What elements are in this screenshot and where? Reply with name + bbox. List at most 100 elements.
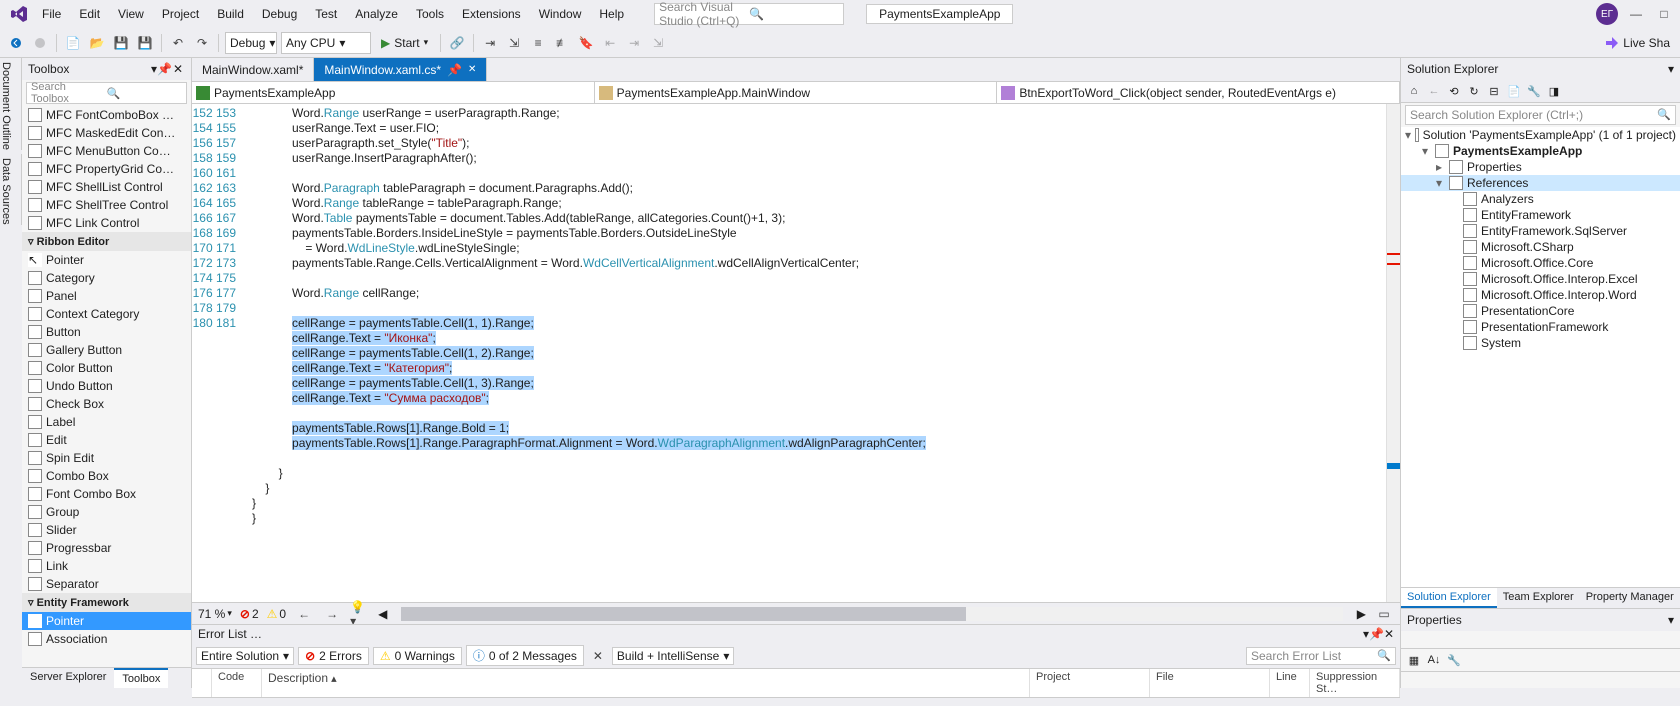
toolbox-item[interactable]: Link (22, 557, 191, 575)
tree-item[interactable]: Microsoft.Office.Interop.Excel (1401, 271, 1680, 287)
user-avatar[interactable]: ЕГ (1596, 3, 1618, 25)
toolbox-item[interactable]: Category (22, 269, 191, 287)
error-scope-combo[interactable]: Entire Solution▾ (196, 647, 294, 665)
horizontal-scrollbar[interactable]: ◀▶ (378, 607, 1366, 621)
data-sources-tab[interactable]: Data Sources (0, 154, 22, 225)
properties-icon[interactable]: 🔧 (1525, 82, 1543, 100)
warning-count[interactable]: ⚠0 (267, 607, 286, 621)
toolbox-item[interactable]: MFC PropertyGrid Co… (22, 160, 191, 178)
toolbox-item[interactable]: Panel (22, 287, 191, 305)
show-all-icon[interactable]: 📄 (1505, 82, 1523, 100)
close-icon[interactable]: ✕ (171, 62, 185, 76)
tree-item[interactable]: ▾PaymentsExampleApp (1401, 143, 1680, 159)
toolbox-tab[interactable]: Toolbox (114, 668, 168, 688)
tree-item[interactable]: System (1401, 335, 1680, 351)
solution-platform-combo[interactable]: Any CPU▾ (281, 32, 371, 54)
toolbox-category[interactable]: ▿ Entity Framework (22, 593, 191, 612)
redo-icon[interactable]: ↷ (192, 33, 212, 53)
member-nav-combo[interactable]: BtnExportToWord_Click(object sender, Rou… (997, 82, 1400, 103)
type-nav-combo[interactable]: PaymentsExampleApp.MainWindow (595, 82, 998, 103)
toolbox-item[interactable]: Group (22, 503, 191, 521)
code-editor[interactable]: 152 153 154 155 156 157 158 159 160 161 … (192, 104, 1400, 602)
team-explorer-tab[interactable]: Team Explorer (1497, 588, 1580, 608)
step-into-icon[interactable]: ⇥ (480, 33, 500, 53)
error-list-search[interactable]: Search Error List🔍 (1246, 647, 1396, 665)
expand-icon[interactable]: ▸ (1433, 160, 1445, 174)
toolbox-item[interactable]: Button (22, 323, 191, 341)
el-header-project[interactable]: Project (1030, 669, 1150, 697)
tree-item[interactable]: Microsoft.CSharp (1401, 239, 1680, 255)
pin-icon[interactable]: 📌 (447, 63, 462, 77)
toolbox-item[interactable]: Label (22, 413, 191, 431)
t3-icon[interactable]: ⇲ (648, 33, 668, 53)
pin-icon[interactable]: 📌 (1369, 627, 1384, 641)
tab-mainwindow-xaml[interactable]: MainWindow.xaml* (192, 58, 314, 81)
maximize-button[interactable]: □ (1654, 4, 1674, 24)
toolbox-item[interactable]: MFC MaskedEdit Con… (22, 124, 191, 142)
tree-item[interactable]: Microsoft.Office.Interop.Word (1401, 287, 1680, 303)
tree-item[interactable]: EntityFramework (1401, 207, 1680, 223)
dropdown-icon[interactable]: ▾ (1668, 62, 1674, 76)
browser-link-icon[interactable]: 🔗 (447, 33, 467, 53)
menu-help[interactable]: Help (591, 3, 632, 25)
tree-item[interactable]: ▾Solution 'PaymentsExampleApp' (1 of 1 p… (1401, 127, 1680, 143)
t2-icon[interactable]: ⇥ (624, 33, 644, 53)
tree-item[interactable]: PresentationCore (1401, 303, 1680, 319)
el-header-description[interactable]: Description ▴ (262, 669, 1030, 697)
sync-icon[interactable]: ⟲ (1445, 82, 1463, 100)
solution-explorer-tab[interactable]: Solution Explorer (1401, 588, 1497, 608)
refresh-icon[interactable]: ↻ (1465, 82, 1483, 100)
menu-build[interactable]: Build (209, 3, 252, 25)
t1-icon[interactable]: ⇤ (600, 33, 620, 53)
toolbox-item[interactable]: Context Category (22, 305, 191, 323)
lightbulb-icon[interactable]: 💡▾ (350, 604, 370, 624)
close-tab-icon[interactable]: ✕ (468, 64, 476, 75)
solution-search[interactable]: Search Solution Explorer (Ctrl+;)🔍 (1405, 105, 1676, 125)
toolbox-item[interactable]: Font Combo Box (22, 485, 191, 503)
vertical-scrollbar[interactable] (1386, 104, 1400, 602)
collapse-icon[interactable]: ⊟ (1485, 82, 1503, 100)
toolbox-search[interactable]: Search Toolbox 🔍 (26, 82, 187, 104)
tree-item[interactable]: ▾References (1401, 175, 1680, 191)
menu-project[interactable]: Project (154, 3, 207, 25)
quick-launch-search[interactable]: Search Visual Studio (Ctrl+Q) 🔍 (654, 3, 844, 25)
toolbox-item[interactable]: Color Button (22, 359, 191, 377)
property-manager-tab[interactable]: Property Manager (1580, 588, 1680, 608)
errors-filter[interactable]: ⊘2 Errors (298, 647, 369, 665)
tree-item[interactable]: Analyzers (1401, 191, 1680, 207)
start-debug-button[interactable]: ▶Start▾ (375, 32, 434, 54)
menu-debug[interactable]: Debug (254, 3, 305, 25)
server-explorer-tab[interactable]: Server Explorer (22, 668, 114, 688)
toolbox-item[interactable]: ↖Pointer (22, 251, 191, 269)
toolbox-item[interactable]: Progressbar (22, 539, 191, 557)
project-nav-combo[interactable]: PaymentsExampleApp (192, 82, 595, 103)
categorized-icon[interactable]: ▦ (1405, 651, 1423, 669)
toolbox-item[interactable]: MFC Link Control (22, 214, 191, 232)
warnings-filter[interactable]: ⚠0 Warnings (373, 647, 462, 665)
toolbox-item[interactable]: Check Box (22, 395, 191, 413)
zoom-combo[interactable]: 71 %▾ (198, 607, 232, 621)
menu-edit[interactable]: Edit (71, 3, 108, 25)
tree-item[interactable]: PresentationFramework (1401, 319, 1680, 335)
split-icon[interactable]: ▭ (1374, 604, 1394, 624)
open-file-icon[interactable]: 📂 (87, 33, 107, 53)
new-project-icon[interactable]: 📄 (63, 33, 83, 53)
tree-item[interactable]: ▸Properties (1401, 159, 1680, 175)
menu-file[interactable]: File (34, 3, 69, 25)
toolbox-item[interactable]: Combo Box (22, 467, 191, 485)
toolbox-item[interactable]: Undo Button (22, 377, 191, 395)
menu-tools[interactable]: Tools (408, 3, 452, 25)
toolbox-item[interactable]: MFC ShellList Control (22, 178, 191, 196)
el-header-code[interactable]: Code (212, 669, 262, 697)
live-share-button[interactable]: Live Sha (1605, 36, 1674, 50)
toolbox-item[interactable]: ↖Pointer (22, 612, 191, 630)
solution-config-combo[interactable]: Debug▾ (225, 32, 277, 54)
prev-issue-icon[interactable]: ← (294, 604, 314, 624)
preview-icon[interactable]: ◨ (1545, 82, 1563, 100)
toolbox-item[interactable]: MFC MenuButton Co… (22, 142, 191, 160)
menu-window[interactable]: Window (531, 3, 590, 25)
save-icon[interactable]: 💾 (111, 33, 131, 53)
tree-item[interactable]: EntityFramework.SqlServer (1401, 223, 1680, 239)
toolbox-item[interactable]: Edit (22, 431, 191, 449)
el-header-icon[interactable] (192, 669, 212, 697)
